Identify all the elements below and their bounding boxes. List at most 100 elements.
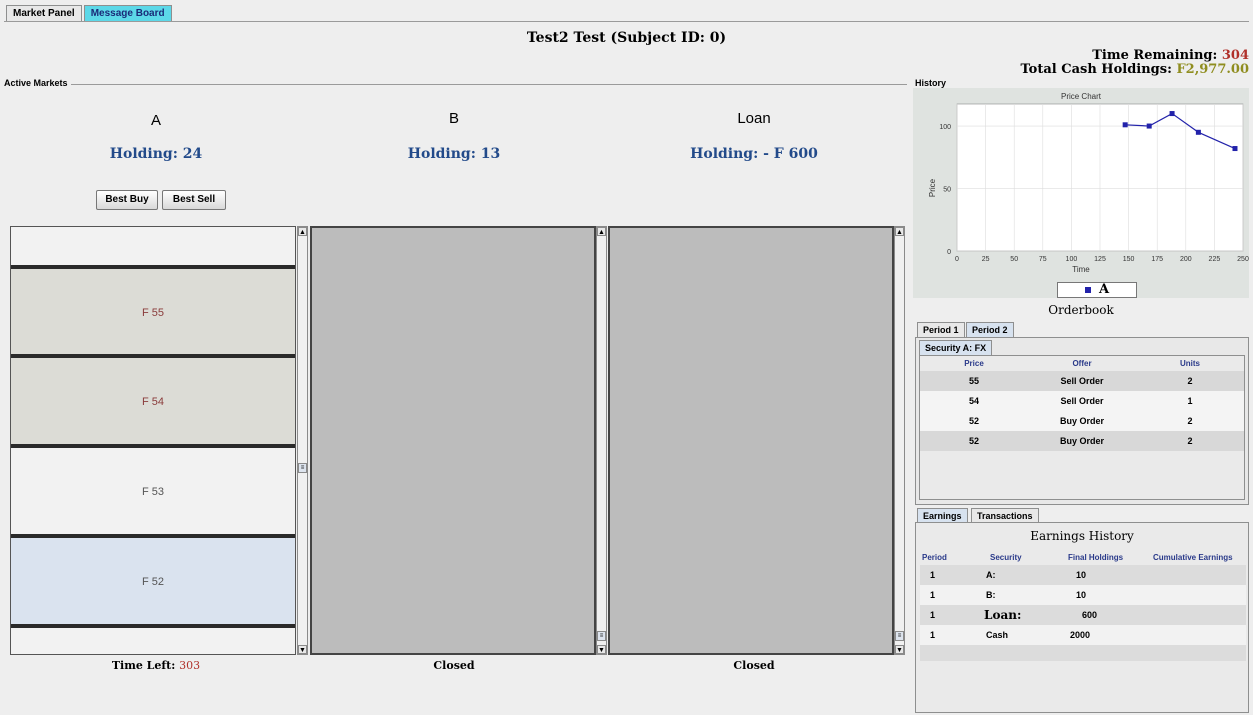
market-loan-holding: Holding: - F 600 bbox=[690, 146, 818, 162]
ladder-cell-52[interactable]: F 52 bbox=[11, 536, 295, 626]
ladder-loan-scrollbar[interactable]: ▲ ≡ ▼ bbox=[894, 226, 905, 655]
market-b-name: B bbox=[448, 110, 459, 127]
cell-period: 1 bbox=[930, 630, 936, 640]
col-header-security: Security bbox=[990, 553, 1022, 562]
cell-offer: Sell Order bbox=[1060, 376, 1104, 386]
cell-units: 2 bbox=[1187, 436, 1193, 446]
scroll-down-icon[interactable]: ▼ bbox=[597, 645, 606, 654]
col-header-cumulative-earnings: Cumulative Earnings bbox=[1153, 553, 1233, 562]
table-row[interactable]: 1 B: 10 bbox=[920, 585, 1246, 605]
ladder-cell-top[interactable] bbox=[11, 227, 295, 267]
tab-market-panel[interactable]: Market Panel bbox=[6, 5, 82, 21]
x-tick-label: 150 bbox=[1123, 256, 1135, 263]
time-remaining: Time Remaining: 304 bbox=[1092, 48, 1249, 63]
ladder-price-53: F 53 bbox=[141, 486, 164, 498]
ladder-cell-55[interactable]: F 55 bbox=[11, 267, 295, 356]
cell-offer: Buy Order bbox=[1059, 436, 1104, 446]
tab-divider bbox=[4, 21, 1249, 22]
legend-square-icon bbox=[1084, 286, 1091, 293]
market-loan-status: Closed bbox=[733, 659, 775, 672]
cell-units: 1 bbox=[1187, 396, 1193, 406]
time-left-value: 303 bbox=[179, 659, 201, 672]
table-row[interactable]: 52 Buy Order 2 bbox=[920, 411, 1244, 431]
cell-security: A: bbox=[986, 570, 996, 580]
scroll-up-icon[interactable]: ▲ bbox=[298, 227, 307, 236]
price-ladder-b bbox=[310, 226, 596, 655]
scroll-up-icon[interactable]: ▲ bbox=[597, 227, 606, 236]
table-row[interactable]: 55 Sell Order 2 bbox=[920, 371, 1244, 391]
x-tick-label: 0 bbox=[955, 256, 959, 263]
ladder-b-scrollbar[interactable]: ▲ ≡ ▼ bbox=[596, 226, 607, 655]
best-sell-button[interactable]: Best Sell bbox=[162, 190, 226, 210]
cell-price: 55 bbox=[968, 376, 979, 386]
tab-period-1[interactable]: Period 1 bbox=[917, 322, 965, 337]
y-tick-label: 0 bbox=[947, 249, 951, 256]
time-remaining-value: 304 bbox=[1221, 48, 1249, 63]
table-row[interactable] bbox=[920, 645, 1246, 661]
tab-earnings[interactable]: Earnings bbox=[917, 508, 968, 523]
table-row[interactable]: 52 Buy Order 2 bbox=[920, 431, 1244, 451]
market-a-holding: Holding: 24 bbox=[109, 146, 203, 162]
market-b-status: Closed bbox=[433, 659, 475, 672]
ladder-price-52: F 52 bbox=[141, 576, 164, 588]
x-tick-label: 175 bbox=[1151, 256, 1163, 263]
scroll-thumb[interactable]: ≡ bbox=[895, 631, 904, 641]
col-header-offer: Offer bbox=[1072, 359, 1092, 368]
ladder-a-scrollbar[interactable]: ▲ ≡ ▼ bbox=[297, 226, 308, 655]
cash-holdings-value: F2,977.00 bbox=[1176, 62, 1249, 77]
scroll-thumb[interactable]: ≡ bbox=[298, 463, 307, 473]
data-point bbox=[1122, 122, 1128, 128]
x-tick-label: 25 bbox=[982, 256, 990, 263]
cell-units: 2 bbox=[1187, 376, 1193, 386]
best-buy-button[interactable]: Best Buy bbox=[96, 190, 158, 210]
tab-security-a[interactable]: Security A: FX bbox=[919, 340, 993, 355]
market-loan-name: Loan bbox=[737, 110, 771, 127]
col-header-period: Period bbox=[922, 553, 947, 562]
cell-price: 52 bbox=[968, 436, 979, 446]
scroll-up-icon[interactable]: ▲ bbox=[895, 227, 904, 236]
cell-offer: Sell Order bbox=[1060, 396, 1104, 406]
cell-period: 1 bbox=[930, 590, 936, 600]
time-left-label: Time Left: bbox=[111, 659, 176, 672]
data-point bbox=[1195, 129, 1201, 135]
cell-units: 2 bbox=[1187, 416, 1193, 426]
cell-price: 54 bbox=[968, 396, 979, 406]
col-header-units: Units bbox=[1180, 359, 1200, 368]
table-row[interactable]: 1 Loan: 600 bbox=[920, 605, 1246, 625]
ladder-price-54: F 54 bbox=[141, 396, 164, 408]
orderbook-table: Price Offer Units 55 Sell Order 2 54 Sel… bbox=[919, 355, 1245, 500]
cell-security: Cash bbox=[986, 630, 1009, 640]
active-markets-label: Active Markets bbox=[4, 78, 71, 88]
table-row[interactable]: 54 Sell Order 1 bbox=[920, 391, 1244, 411]
x-tick-label: 250 bbox=[1237, 256, 1249, 263]
tab-transactions[interactable]: Transactions bbox=[971, 508, 1039, 523]
cell-final-holdings: 10 bbox=[1076, 570, 1087, 580]
tab-message-board[interactable]: Message Board bbox=[83, 5, 172, 21]
cell-price: 52 bbox=[968, 416, 979, 426]
ladder-cell-bottom[interactable] bbox=[11, 626, 295, 654]
ladder-cell-54[interactable]: F 54 bbox=[11, 356, 295, 446]
y-tick-label: 50 bbox=[943, 187, 951, 194]
table-row[interactable]: 1 A: 10 bbox=[920, 565, 1246, 585]
cell-final-holdings: 2000 bbox=[1070, 630, 1091, 640]
data-point bbox=[1169, 111, 1175, 117]
history-label: History bbox=[915, 78, 947, 88]
data-point bbox=[1146, 123, 1152, 129]
time-remaining-label: Time Remaining: bbox=[1092, 48, 1218, 63]
chart-title: Price Chart bbox=[1061, 92, 1102, 101]
y-axis-label: Price bbox=[928, 178, 937, 197]
x-tick-label: 100 bbox=[1066, 256, 1078, 263]
cell-period: 1 bbox=[930, 570, 936, 580]
tab-period-2[interactable]: Period 2 bbox=[966, 322, 1014, 337]
scroll-down-icon[interactable]: ▼ bbox=[298, 645, 307, 654]
page-title: Test2 Test (Subject ID: 0) bbox=[526, 30, 727, 46]
scroll-thumb[interactable]: ≡ bbox=[597, 631, 606, 641]
col-header-final-holdings: Final Holdings bbox=[1068, 553, 1124, 562]
x-tick-label: 125 bbox=[1094, 256, 1106, 263]
cash-holdings-label: Total Cash Holdings: bbox=[1020, 62, 1172, 77]
scroll-down-icon[interactable]: ▼ bbox=[895, 645, 904, 654]
cash-holdings: Total Cash Holdings: F2,977.00 bbox=[1021, 62, 1250, 77]
table-row[interactable]: 1 Cash 2000 bbox=[920, 625, 1246, 645]
ladder-cell-53[interactable]: F 53 bbox=[11, 446, 295, 536]
chart-legend: A bbox=[1057, 282, 1137, 298]
